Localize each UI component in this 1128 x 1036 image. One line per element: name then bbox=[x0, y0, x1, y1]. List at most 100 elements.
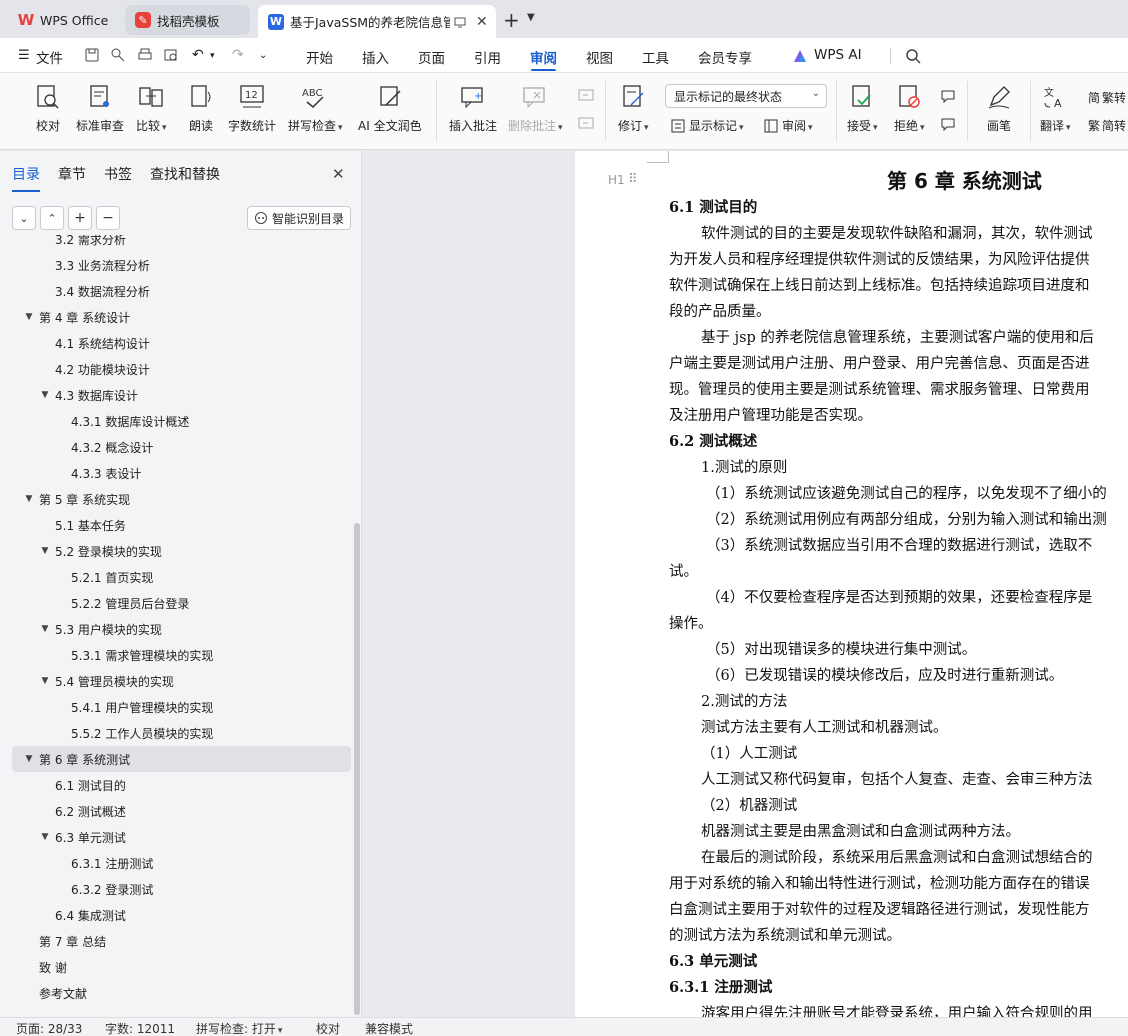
expand-arrow-icon[interactable]: ▼ bbox=[40, 390, 50, 400]
toc-item[interactable]: 4.3.3 表设计 bbox=[0, 460, 350, 486]
toc-item[interactable]: ▼ 6.3 单元测试 bbox=[0, 824, 350, 850]
standard-review-button[interactable]: 标准审查 bbox=[76, 83, 124, 134]
print-preview-icon[interactable] bbox=[163, 47, 179, 63]
page-indicator[interactable]: 页面: 28/33 bbox=[16, 1020, 82, 1036]
menu-tools[interactable]: 工具 bbox=[642, 47, 669, 67]
expand-arrow-icon[interactable]: ▼ bbox=[40, 546, 50, 556]
toc-item[interactable]: 5.5.2 工作人员模块的实现 bbox=[0, 720, 350, 746]
toc-item[interactable]: 3.4 数据流程分析 bbox=[0, 278, 350, 304]
drag-handle-icon[interactable]: ⠿ bbox=[628, 172, 638, 187]
toc-item[interactable]: 6.3.1 注册测试 bbox=[0, 850, 350, 876]
close-tab-icon[interactable]: ✕ bbox=[476, 14, 488, 30]
ai-polish-button[interactable]: AI 全文润色 bbox=[358, 83, 422, 134]
next-change-icon[interactable] bbox=[939, 115, 957, 133]
nav-tab-find-replace[interactable]: 查找和替换 bbox=[150, 164, 220, 184]
expand-arrow-icon[interactable]: ▼ bbox=[24, 494, 34, 504]
search-icon[interactable] bbox=[905, 48, 921, 64]
toc-item[interactable]: 5.4.1 用户管理模块的实现 bbox=[0, 694, 350, 720]
save-icon[interactable] bbox=[84, 47, 100, 63]
expand-arrow-icon[interactable]: ▼ bbox=[24, 754, 34, 764]
print-icon[interactable] bbox=[137, 47, 153, 63]
menu-view[interactable]: 视图 bbox=[586, 47, 613, 67]
menu-review[interactable]: 审阅 bbox=[530, 47, 557, 71]
toc-item[interactable]: 3.3 业务流程分析 bbox=[0, 252, 350, 278]
smart-toc-button[interactable]: 智能识别目录 bbox=[247, 206, 351, 230]
toc-item[interactable]: 4.2 功能模块设计 bbox=[0, 356, 350, 382]
expand-arrow-icon[interactable]: ▼ bbox=[24, 312, 34, 322]
undo-icon[interactable]: ↶ bbox=[192, 47, 208, 63]
proofread-button[interactable]: 校对 bbox=[34, 83, 62, 134]
toc-item[interactable]: 5.2.2 管理员后台登录 bbox=[0, 590, 350, 616]
add-heading-button[interactable]: + bbox=[68, 206, 92, 230]
toc-item[interactable]: 参考文献 bbox=[0, 980, 350, 1006]
translate-button[interactable]: 文A 翻译 bbox=[1040, 83, 1071, 134]
toc-item[interactable]: 4.1 系统结构设计 bbox=[0, 330, 350, 356]
word-count-indicator[interactable]: 字数: 12011 bbox=[105, 1020, 175, 1036]
toc-item[interactable]: 第 7 章 总结 bbox=[0, 928, 350, 954]
menu-wps-ai[interactable]: WPS AI bbox=[814, 47, 862, 63]
more-chevron-icon[interactable]: ⌄ bbox=[259, 50, 275, 66]
toc-item[interactable]: 6.3.2 登录测试 bbox=[0, 876, 350, 902]
toc-item[interactable]: 5.2.1 首页实现 bbox=[0, 564, 350, 590]
review-pane-button[interactable]: 审阅 bbox=[764, 117, 813, 134]
convert-simplified-button[interactable]: 简 繁转 bbox=[1088, 89, 1126, 106]
toc-item[interactable]: 3.2 需求分析 bbox=[0, 235, 350, 252]
tab-document[interactable]: W 基于JavaSSM的养老院信息管 ✕ bbox=[258, 5, 496, 38]
revise-button[interactable]: 修订 bbox=[618, 83, 649, 134]
expand-arrow-icon[interactable]: ▼ bbox=[40, 832, 50, 842]
toc-item[interactable]: 4.3.2 概念设计 bbox=[0, 434, 350, 460]
undo-dropdown-icon[interactable]: ▾ bbox=[210, 51, 226, 67]
menu-start[interactable]: 开始 bbox=[306, 47, 333, 67]
toc-item[interactable]: 6.2 测试概述 bbox=[0, 798, 350, 824]
nav-tab-bookmarks[interactable]: 书签 bbox=[104, 164, 132, 184]
prev-change-icon[interactable] bbox=[939, 87, 957, 105]
toc-item[interactable]: 致 谢 bbox=[0, 954, 350, 980]
toc-item[interactable]: 6.4 集成测试 bbox=[0, 902, 350, 928]
toc-item[interactable]: 4.3.1 数据库设计概述 bbox=[0, 408, 350, 434]
expand-up-button[interactable]: ⌃ bbox=[40, 206, 64, 230]
new-tab-icon[interactable]: + bbox=[503, 8, 520, 32]
nav-tab-chapters[interactable]: 章节 bbox=[58, 164, 86, 184]
scrollbar[interactable] bbox=[354, 523, 360, 1015]
tab-wps-office[interactable]: W WPS Office bbox=[8, 5, 120, 35]
show-markup-button[interactable]: 显示标记 bbox=[671, 117, 744, 134]
toc-item[interactable]: ▼ 4.3 数据库设计 bbox=[0, 382, 350, 408]
expand-arrow-icon[interactable]: ▼ bbox=[40, 624, 50, 634]
expand-arrow-icon[interactable]: ▼ bbox=[40, 676, 50, 686]
convert-traditional-button[interactable]: 繁 简转 bbox=[1088, 117, 1126, 134]
insert-comment-button[interactable]: + 插入批注 bbox=[449, 83, 497, 134]
heading-level-icon[interactable]: H1 bbox=[608, 173, 625, 187]
menu-page[interactable]: 页面 bbox=[418, 47, 445, 67]
toc-item[interactable]: ▼ 第 5 章 系统实现 bbox=[0, 486, 350, 512]
toc-item[interactable]: 6.1 测试目的 bbox=[0, 772, 350, 798]
menu-insert[interactable]: 插入 bbox=[362, 47, 389, 67]
tab-template[interactable]: ✎ 找稻壳模板 bbox=[125, 5, 250, 35]
reject-button[interactable]: 拒绝 bbox=[894, 83, 925, 134]
toc-item[interactable]: 5.1 基本任务 bbox=[0, 512, 350, 538]
nav-tab-toc[interactable]: 目录 bbox=[12, 164, 40, 192]
menu-reference[interactable]: 引用 bbox=[474, 47, 501, 67]
word-count-button[interactable]: 12 字数统计 bbox=[228, 83, 276, 134]
spell-check-button[interactable]: ABC 拼写检查 bbox=[288, 83, 343, 134]
proofread-status[interactable]: 校对 bbox=[316, 1020, 340, 1036]
pen-button[interactable]: 画笔 bbox=[985, 83, 1013, 134]
document-page[interactable]: H1 ⠿ 第 6 章 系统测试 6.1 测试目的 软件测试的目的主要是发现软件缺陷… bbox=[575, 151, 1128, 1017]
toc-item[interactable]: ▼ 5.3 用户模块的实现 bbox=[0, 616, 350, 642]
toc-item[interactable]: ▼ 5.4 管理员模块的实现 bbox=[0, 668, 350, 694]
menu-member[interactable]: 会员专享 bbox=[698, 47, 752, 67]
spell-check-status[interactable]: 拼写检查: 打开 bbox=[196, 1020, 282, 1036]
chevron-down-icon[interactable]: ▼ bbox=[527, 12, 535, 23]
compare-button[interactable]: 比较 bbox=[136, 83, 167, 134]
toc-item[interactable]: 5.3.1 需求管理模块的实现 bbox=[0, 642, 350, 668]
toc-item[interactable]: ▼ 5.2 登录模块的实现 bbox=[0, 538, 350, 564]
format-painter-icon[interactable] bbox=[110, 47, 126, 63]
read-aloud-button[interactable]: 朗读 bbox=[187, 83, 215, 134]
close-icon[interactable]: ✕ bbox=[332, 165, 345, 183]
menu-file[interactable]: 文件 bbox=[36, 47, 63, 67]
collapse-all-button[interactable]: ⌄ bbox=[12, 206, 36, 230]
hamburger-icon[interactable]: ☰ bbox=[18, 48, 30, 63]
toc-item[interactable]: ▼ 第 6 章 系统测试 bbox=[12, 746, 351, 772]
markup-mode-select[interactable]: 显示标记的最终状态 ⌄ bbox=[665, 84, 827, 108]
toc-item[interactable]: ▼ 第 4 章 系统设计 bbox=[0, 304, 350, 330]
remove-heading-button[interactable]: − bbox=[96, 206, 120, 230]
